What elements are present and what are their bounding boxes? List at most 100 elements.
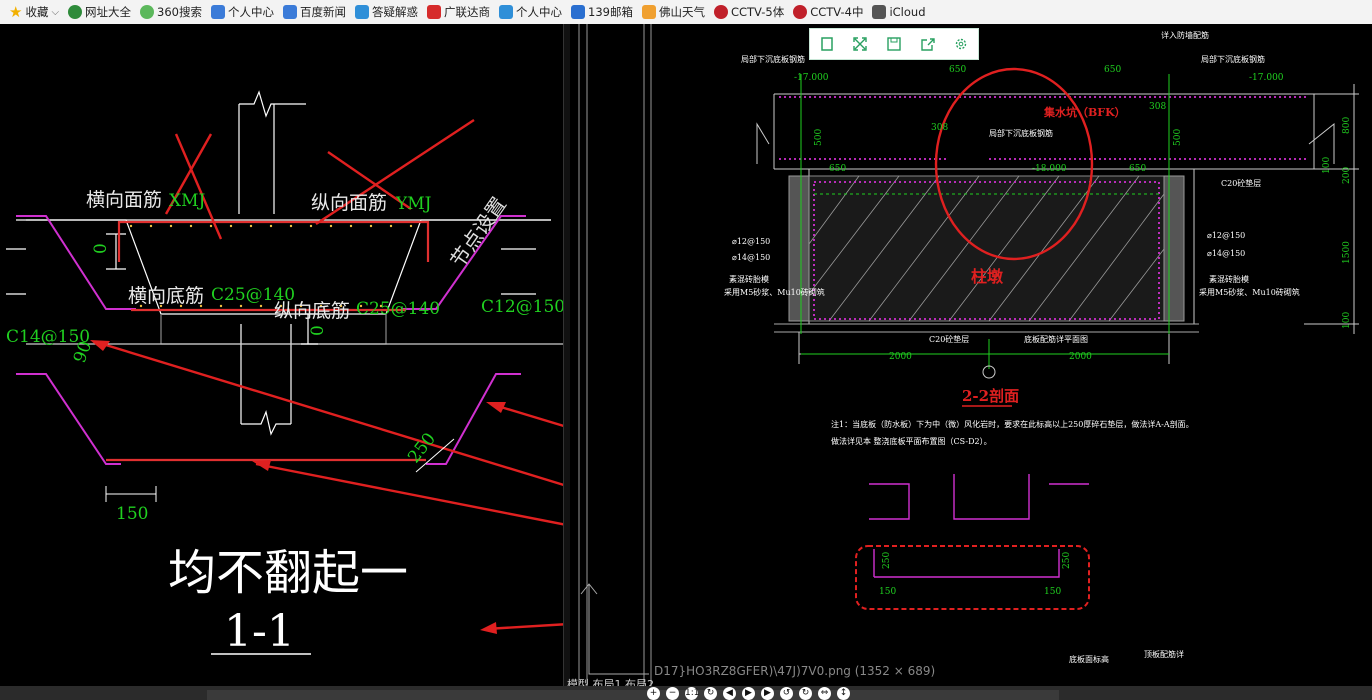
viewer-control-button[interactable]: ↺ bbox=[780, 687, 793, 700]
mail-icon bbox=[571, 5, 585, 19]
bookmark-item[interactable]: 广联达商 bbox=[427, 4, 490, 20]
brick-right-1: 素混砖胎模 bbox=[1209, 274, 1249, 284]
question-icon bbox=[499, 5, 513, 19]
label-right-small: 局部下沉底板钢筋 bbox=[1201, 54, 1265, 64]
dim-100-a: 100 bbox=[1322, 157, 1332, 174]
dim-18000: -18.000 bbox=[1032, 164, 1067, 174]
label-left-small: 局部下沉底板钢筋 bbox=[741, 54, 805, 64]
expand-icon[interactable] bbox=[850, 34, 870, 54]
bookmark-label: 佛山天气 bbox=[658, 5, 705, 19]
globe-icon bbox=[68, 5, 83, 19]
dim-250: 250 bbox=[404, 429, 440, 467]
dim-650-a: 650 bbox=[949, 65, 966, 75]
right-cad-drawing: -17.000 -17.000 -18.000 2000 2000 650 65… bbox=[578, 24, 1359, 686]
weather-icon bbox=[641, 5, 656, 19]
dim-17000-right: -17.000 bbox=[1249, 73, 1284, 83]
bookmark-item[interactable]: 139邮箱 bbox=[571, 4, 633, 20]
bookmark-label: 网址大全 bbox=[85, 5, 132, 19]
viewer-control-button[interactable]: ↕ bbox=[837, 687, 850, 700]
detail-150-a: 150 bbox=[879, 587, 896, 597]
brick-right-2: 采用M5砂浆、Mu10砖砌筑 bbox=[1199, 287, 1300, 297]
dim-308-b: 308 bbox=[1149, 102, 1166, 112]
section-title: 1-1 bbox=[224, 606, 295, 657]
section-2-2-title: 2-2剖面 bbox=[962, 387, 1019, 405]
bookmark-item[interactable]: CCTV-5体 bbox=[713, 4, 785, 20]
bookmark-label: CCTV-4中 bbox=[810, 5, 864, 19]
dim-2000-left: 2000 bbox=[889, 352, 912, 362]
star-icon: ★ bbox=[9, 3, 23, 21]
viewer-control-button[interactable]: ▶ bbox=[761, 687, 774, 700]
left-cad-drawing: 横向面筋 纵向面筋 横向底筋 纵向底筋 XMJ YMJ C25@140 C25@… bbox=[6, 24, 563, 686]
bookmark-item[interactable]: 个人中心 bbox=[211, 4, 274, 20]
bookmarks-bar: ★ 收藏 ⌵ 网址大全 360搜索 个人中心 百度新闻 答疑解惑 广联达商 个人中心 139邮箱 佛山… bbox=[0, 0, 1372, 25]
settings-icon[interactable] bbox=[951, 34, 971, 54]
bookmark-item[interactable]: CCTV-4中 bbox=[793, 4, 863, 20]
label-h-top: 横向面筋 bbox=[86, 189, 162, 211]
rebar-12-left: ⌀12@150 bbox=[732, 237, 770, 246]
viewer-control-button[interactable]: ↻ bbox=[799, 687, 812, 700]
dim-100-b: 100 bbox=[1342, 312, 1352, 329]
rebar-14-right: ⌀14@150 bbox=[1207, 249, 1245, 258]
dim-650-c: 650 bbox=[829, 164, 846, 174]
break-line bbox=[239, 90, 306, 118]
label-mid-small: 局部下沉底板钢筋 bbox=[989, 128, 1053, 138]
detail-250-b: 250 bbox=[1062, 552, 1072, 569]
detail-150-b: 150 bbox=[1044, 587, 1061, 597]
image-filename: D17}HO3RZ8GFER)\47J)7V0.png (1352 × 689) bbox=[654, 664, 936, 678]
label-top-right: 详入防墙配筋 bbox=[1161, 30, 1209, 40]
label-pile: 柱墩 bbox=[971, 267, 1004, 286]
bookmark-label: 360搜索 bbox=[157, 5, 202, 19]
viewer-thumb-strip bbox=[207, 690, 1059, 700]
label-c12: C12@150 bbox=[481, 297, 563, 317]
rebar-12-right: ⌀12@150 bbox=[1207, 231, 1245, 240]
viewer-control-button[interactable]: ▶ bbox=[742, 687, 755, 700]
viewer-control-button[interactable]: − bbox=[666, 687, 679, 700]
bookmark-label: 个人中心 bbox=[516, 5, 562, 19]
bookmark-label: CCTV-5体 bbox=[730, 5, 785, 19]
dim-500-a: 500 bbox=[814, 129, 824, 146]
label-br2: 顶板配筋详 bbox=[1144, 649, 1184, 659]
dim-200: 200 bbox=[1342, 167, 1352, 184]
caption: 均不翻起一 bbox=[168, 545, 408, 601]
dim-0a: 0 bbox=[91, 243, 111, 254]
label-bottom-mid: 底板配筋详平面图 bbox=[1024, 334, 1088, 344]
dim-150: 150 bbox=[116, 504, 148, 524]
bookmark-item[interactable]: iCloud bbox=[872, 5, 926, 19]
cctv-icon bbox=[793, 5, 808, 19]
bookmark-item[interactable]: ★ 收藏 ⌵ bbox=[9, 4, 59, 20]
apple-icon bbox=[872, 5, 887, 19]
viewer-control-button[interactable]: 1:1 bbox=[685, 687, 699, 700]
chevron-down-icon[interactable]: ⌵ bbox=[51, 7, 59, 18]
dim-500-b: 500 bbox=[1173, 129, 1183, 146]
bookmark-item[interactable]: 360搜索 bbox=[140, 4, 202, 20]
viewer-controls: + −1:1 ↻ ◀ ▶ ▶ ↺ ↻ ⇔ ↕ bbox=[647, 687, 850, 700]
bookmark-item[interactable]: 网址大全 bbox=[68, 4, 131, 20]
note-line2: 做法详见本 整浇底板平面布置图（CS-D2）。 bbox=[831, 436, 992, 446]
viewer-control-button[interactable]: ↻ bbox=[704, 687, 717, 700]
viewer-control-button[interactable]: ⇔ bbox=[818, 687, 831, 700]
copy-icon[interactable] bbox=[817, 34, 837, 54]
bookmark-item[interactable]: 答疑解惑 bbox=[355, 4, 418, 20]
dim-17000-left: -17.000 bbox=[794, 73, 829, 83]
g-icon bbox=[427, 5, 441, 19]
share-icon[interactable] bbox=[918, 34, 938, 54]
paw-icon bbox=[211, 5, 225, 19]
bookmark-label: 答疑解惑 bbox=[372, 5, 418, 19]
label-h-bottom-code: C25@140 bbox=[211, 285, 295, 305]
rebar-14-left: ⌀14@150 bbox=[732, 253, 770, 262]
dim-650-b: 650 bbox=[1104, 65, 1121, 75]
dim-2000-right: 2000 bbox=[1069, 352, 1092, 362]
bookmark-item[interactable]: 个人中心 bbox=[499, 4, 562, 20]
bookmark-label: 139邮箱 bbox=[588, 5, 633, 19]
bookmark-label: 广联达商 bbox=[444, 5, 490, 19]
label-v-bottom-code: C25@140 bbox=[356, 299, 440, 319]
label-pit: 集水坑（BFK） bbox=[1043, 105, 1126, 119]
image-floating-toolbar bbox=[809, 28, 979, 60]
bookmark-item[interactable]: 百度新闻 bbox=[283, 4, 346, 20]
dim-650-d: 650 bbox=[1129, 164, 1146, 174]
viewer-control-button[interactable]: + bbox=[647, 687, 660, 700]
bookmark-item[interactable]: 佛山天气 bbox=[641, 4, 705, 20]
cctv-icon bbox=[713, 5, 728, 19]
viewer-control-button[interactable]: ◀ bbox=[723, 687, 736, 700]
save-icon[interactable] bbox=[884, 34, 904, 54]
